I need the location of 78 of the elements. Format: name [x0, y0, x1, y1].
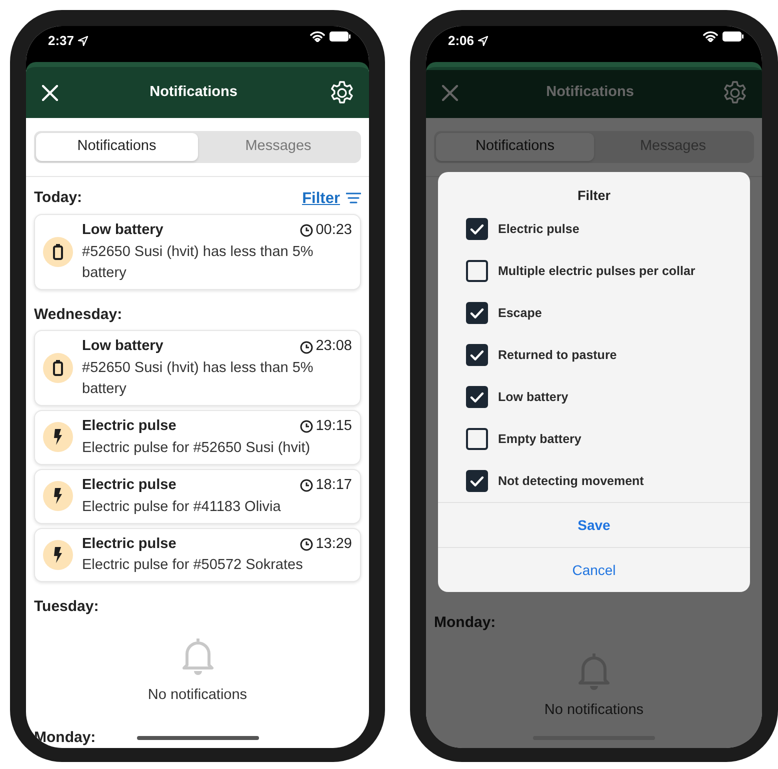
checkbox[interactable] — [466, 470, 488, 492]
empty-state-text: No notifications — [148, 686, 248, 705]
location-arrow-icon — [78, 36, 88, 46]
notification-time: 19:15 — [316, 417, 352, 436]
notification-title: Electric pulse — [82, 476, 176, 495]
checkmark-icon — [470, 392, 484, 403]
checkbox-label: Multiple electric pulses per collar — [498, 262, 696, 280]
notification-text: #52650 Susi (hvit) has less than 5% battery — [82, 242, 314, 283]
notification-title: Electric pulse — [82, 417, 176, 436]
notification-card[interactable]: Electric pulse 18:17 Electric pulse for #41183 Olivia — [34, 468, 361, 524]
clock-icon — [300, 224, 313, 238]
notification-card[interactable]: Low battery 00:23 #52650 Susi (hvit) has less than 5% battery — [34, 214, 361, 290]
notification-title: Low battery — [82, 221, 164, 240]
dialog-title: Filter — [576, 187, 612, 205]
checkmark-icon — [470, 350, 484, 361]
filter-icon — [346, 192, 361, 204]
checkmark-icon — [470, 224, 484, 235]
lightning-bolt-icon — [53, 429, 63, 446]
wifi-icon — [310, 31, 325, 42]
checkbox-label: Empty battery — [498, 430, 582, 448]
battery-icon — [53, 244, 63, 260]
close-button[interactable] — [42, 84, 58, 100]
settings-icon — [329, 80, 355, 106]
battery-status-icon — [329, 31, 351, 42]
notification-card[interactable]: Electric pulse 13:29 Electric pulse for #50572 Sokrates — [34, 528, 361, 582]
checkbox[interactable] — [466, 218, 488, 240]
checkbox[interactable] — [466, 386, 488, 408]
header-title: Notifications — [546, 82, 634, 102]
checkmark-icon — [470, 476, 484, 487]
battery-status-icon — [722, 31, 744, 42]
notification-time: 00:23 — [316, 221, 352, 240]
close-icon — [42, 84, 58, 100]
checkmark-icon — [470, 308, 484, 319]
checkbox[interactable] — [466, 302, 488, 324]
checkbox[interactable] — [466, 428, 488, 450]
clock-icon — [300, 479, 313, 492]
section-heading: Wednesday: — [34, 304, 122, 325]
wifi-icon — [703, 31, 718, 42]
status-time: 2:06 — [448, 32, 474, 50]
notification-time: 23:08 — [316, 337, 352, 356]
tab[interactable]: Notifications — [36, 133, 198, 161]
checkbox-label: Returned to pasture — [498, 346, 617, 364]
status-time: 2:37 — [48, 32, 74, 50]
clock-icon — [300, 340, 313, 354]
clock-icon — [300, 420, 313, 434]
location-arrow-icon — [478, 36, 488, 46]
notification-title: Low battery — [82, 337, 164, 356]
checkbox[interactable] — [466, 260, 488, 282]
bell-icon — [180, 636, 214, 675]
notification-text: Electric pulse for #52650 Susi (hvit) — [82, 438, 312, 458]
battery-icon — [53, 360, 63, 376]
notification-text: #52650 Susi (hvit) has less than 5% battery — [82, 359, 314, 400]
checkbox-label: Electric pulse — [498, 220, 580, 238]
section-heading: Tuesday: — [34, 597, 99, 618]
close-icon — [442, 84, 458, 100]
notification-time: 18:17 — [316, 476, 352, 495]
checkbox-label: Escape — [498, 304, 542, 322]
checkbox-label: Not detecting movement — [498, 472, 644, 490]
clock-icon — [300, 538, 313, 551]
notification-card[interactable]: Low battery 23:08 #52650 Susi (hvit) has less than 5% battery — [34, 330, 361, 406]
section-heading: Monday: — [434, 612, 496, 633]
notification-title: Electric pulse — [82, 534, 176, 554]
settings-button[interactable] — [329, 80, 355, 106]
filter-link[interactable]: Filter — [302, 186, 361, 210]
cancel-button[interactable]: Cancel — [438, 547, 750, 592]
notification-text: Electric pulse for #50572 Sokrates — [82, 556, 304, 576]
lightning-bolt-icon — [53, 546, 63, 563]
save-button[interactable]: Save — [438, 502, 750, 548]
notification-card[interactable]: Electric pulse 19:15 Electric pulse for #52650 Susi (hvit) — [34, 410, 361, 465]
checkbox-label: Low battery — [498, 388, 568, 406]
section-heading: Today: — [34, 188, 82, 208]
notification-time: 13:29 — [316, 534, 352, 554]
notification-text: Electric pulse for #41183 Olivia — [82, 498, 282, 517]
empty-state-text: No notifications — [544, 701, 644, 720]
lightning-bolt-icon — [53, 488, 63, 504]
settings-icon — [722, 80, 748, 106]
checkbox[interactable] — [466, 344, 488, 366]
header-title: Notifications — [150, 82, 238, 102]
